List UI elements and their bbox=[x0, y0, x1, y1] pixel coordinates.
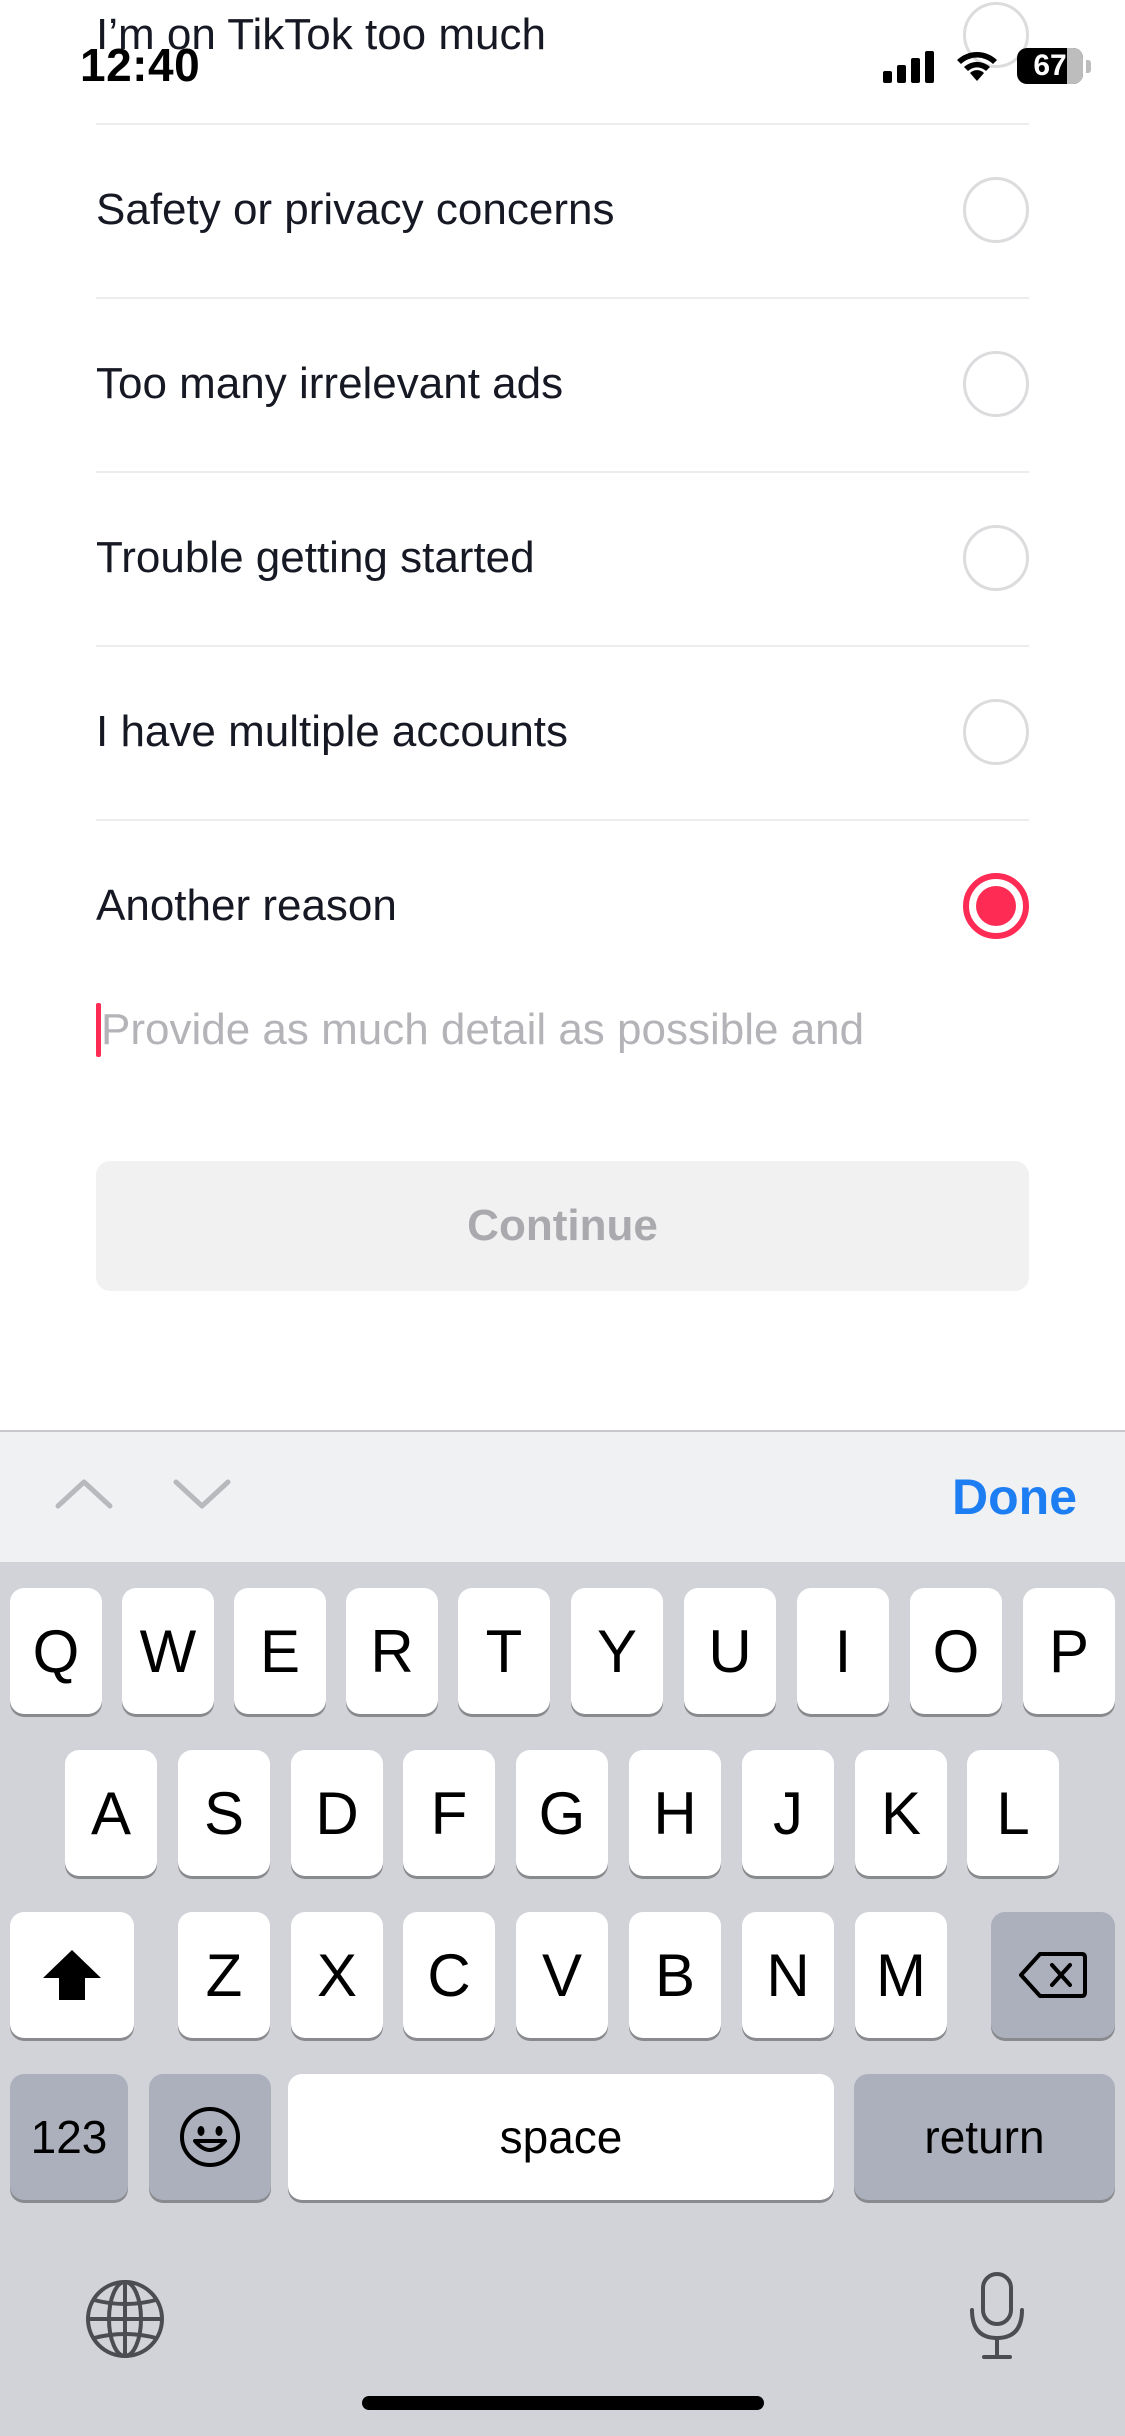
radio-button[interactable] bbox=[963, 525, 1029, 591]
key-j[interactable]: J bbox=[742, 1750, 834, 1876]
key-d[interactable]: D bbox=[291, 1750, 383, 1876]
key-k[interactable]: K bbox=[855, 1750, 947, 1876]
option-label: Another reason bbox=[96, 881, 397, 930]
detail-input-placeholder: Provide as much detail as possible and bbox=[101, 1005, 865, 1054]
key-o[interactable]: O bbox=[910, 1588, 1002, 1714]
home-indicator[interactable] bbox=[362, 2396, 764, 2410]
wifi-icon bbox=[957, 52, 997, 81]
option-label: Too many irrelevant ads bbox=[96, 359, 564, 408]
chevron-down-icon[interactable] bbox=[172, 1470, 232, 1518]
detail-text-input[interactable]: Provide as much detail as possible and bbox=[96, 995, 1029, 1065]
space-key[interactable]: space bbox=[288, 2074, 834, 2200]
numbers-key[interactable]: 123 bbox=[10, 2074, 128, 2200]
key-s[interactable]: S bbox=[178, 1750, 270, 1876]
key-f[interactable]: F bbox=[403, 1750, 495, 1876]
return-key[interactable]: return bbox=[854, 2074, 1115, 2200]
status-icons: 67 bbox=[883, 44, 1091, 88]
key-r[interactable]: R bbox=[346, 1588, 438, 1714]
battery-level: 67 bbox=[1033, 49, 1067, 82]
key-c[interactable]: C bbox=[403, 1912, 495, 2038]
key-a[interactable]: A bbox=[65, 1750, 157, 1876]
key-e[interactable]: E bbox=[234, 1588, 326, 1714]
delete-key[interactable] bbox=[991, 1912, 1115, 2038]
key-m[interactable]: M bbox=[855, 1912, 947, 2038]
shift-key[interactable] bbox=[10, 1912, 134, 2038]
shift-icon bbox=[43, 1950, 101, 2000]
option-irrelevant-ads[interactable]: Too many irrelevant ads bbox=[96, 297, 1029, 471]
keyboard-accessory-bar: Done bbox=[0, 1430, 1125, 1564]
key-b[interactable]: B bbox=[629, 1912, 721, 2038]
radio-button[interactable] bbox=[963, 351, 1029, 417]
option-multiple-accounts[interactable]: I have multiple accounts bbox=[96, 645, 1029, 819]
cellular-signal-icon bbox=[883, 51, 934, 83]
key-p[interactable]: P bbox=[1023, 1588, 1115, 1714]
backspace-icon bbox=[1019, 1952, 1087, 1998]
key-i[interactable]: I bbox=[797, 1588, 889, 1714]
battery-icon: 67 bbox=[1017, 48, 1091, 84]
radio-button[interactable] bbox=[963, 699, 1029, 765]
key-h[interactable]: H bbox=[629, 1750, 721, 1876]
key-q[interactable]: Q bbox=[10, 1588, 102, 1714]
key-l[interactable]: L bbox=[967, 1750, 1059, 1876]
radio-button-selected[interactable] bbox=[963, 873, 1029, 939]
option-label: I have multiple accounts bbox=[96, 707, 569, 756]
keyboard: Q W E R T Y U I O P A S D F G H J K L Z … bbox=[0, 1562, 1125, 2436]
done-button[interactable]: Done bbox=[952, 1468, 1077, 1526]
microphone-icon[interactable] bbox=[966, 2270, 1028, 2362]
option-trouble-getting-started[interactable]: Trouble getting started bbox=[96, 471, 1029, 645]
key-x[interactable]: X bbox=[291, 1912, 383, 2038]
option-another-reason[interactable]: Another reason bbox=[96, 819, 1029, 993]
option-safety-privacy[interactable]: Safety or privacy concerns bbox=[96, 123, 1029, 297]
radio-button[interactable] bbox=[963, 177, 1029, 243]
option-label: Safety or privacy concerns bbox=[96, 185, 615, 234]
emoji-icon bbox=[180, 2107, 240, 2167]
continue-button[interactable]: Continue bbox=[96, 1161, 1029, 1291]
chevron-up-icon[interactable] bbox=[54, 1470, 114, 1518]
emoji-key[interactable] bbox=[149, 2074, 271, 2200]
key-v[interactable]: V bbox=[516, 1912, 608, 2038]
key-t[interactable]: T bbox=[458, 1588, 550, 1714]
key-w[interactable]: W bbox=[122, 1588, 214, 1714]
key-z[interactable]: Z bbox=[178, 1912, 270, 2038]
key-y[interactable]: Y bbox=[571, 1588, 663, 1714]
globe-icon[interactable] bbox=[84, 2278, 166, 2360]
key-u[interactable]: U bbox=[684, 1588, 776, 1714]
option-label: Trouble getting started bbox=[96, 533, 535, 582]
key-g[interactable]: G bbox=[516, 1750, 608, 1876]
status-time: 12:40 bbox=[80, 39, 201, 91]
key-n[interactable]: N bbox=[742, 1912, 834, 2038]
